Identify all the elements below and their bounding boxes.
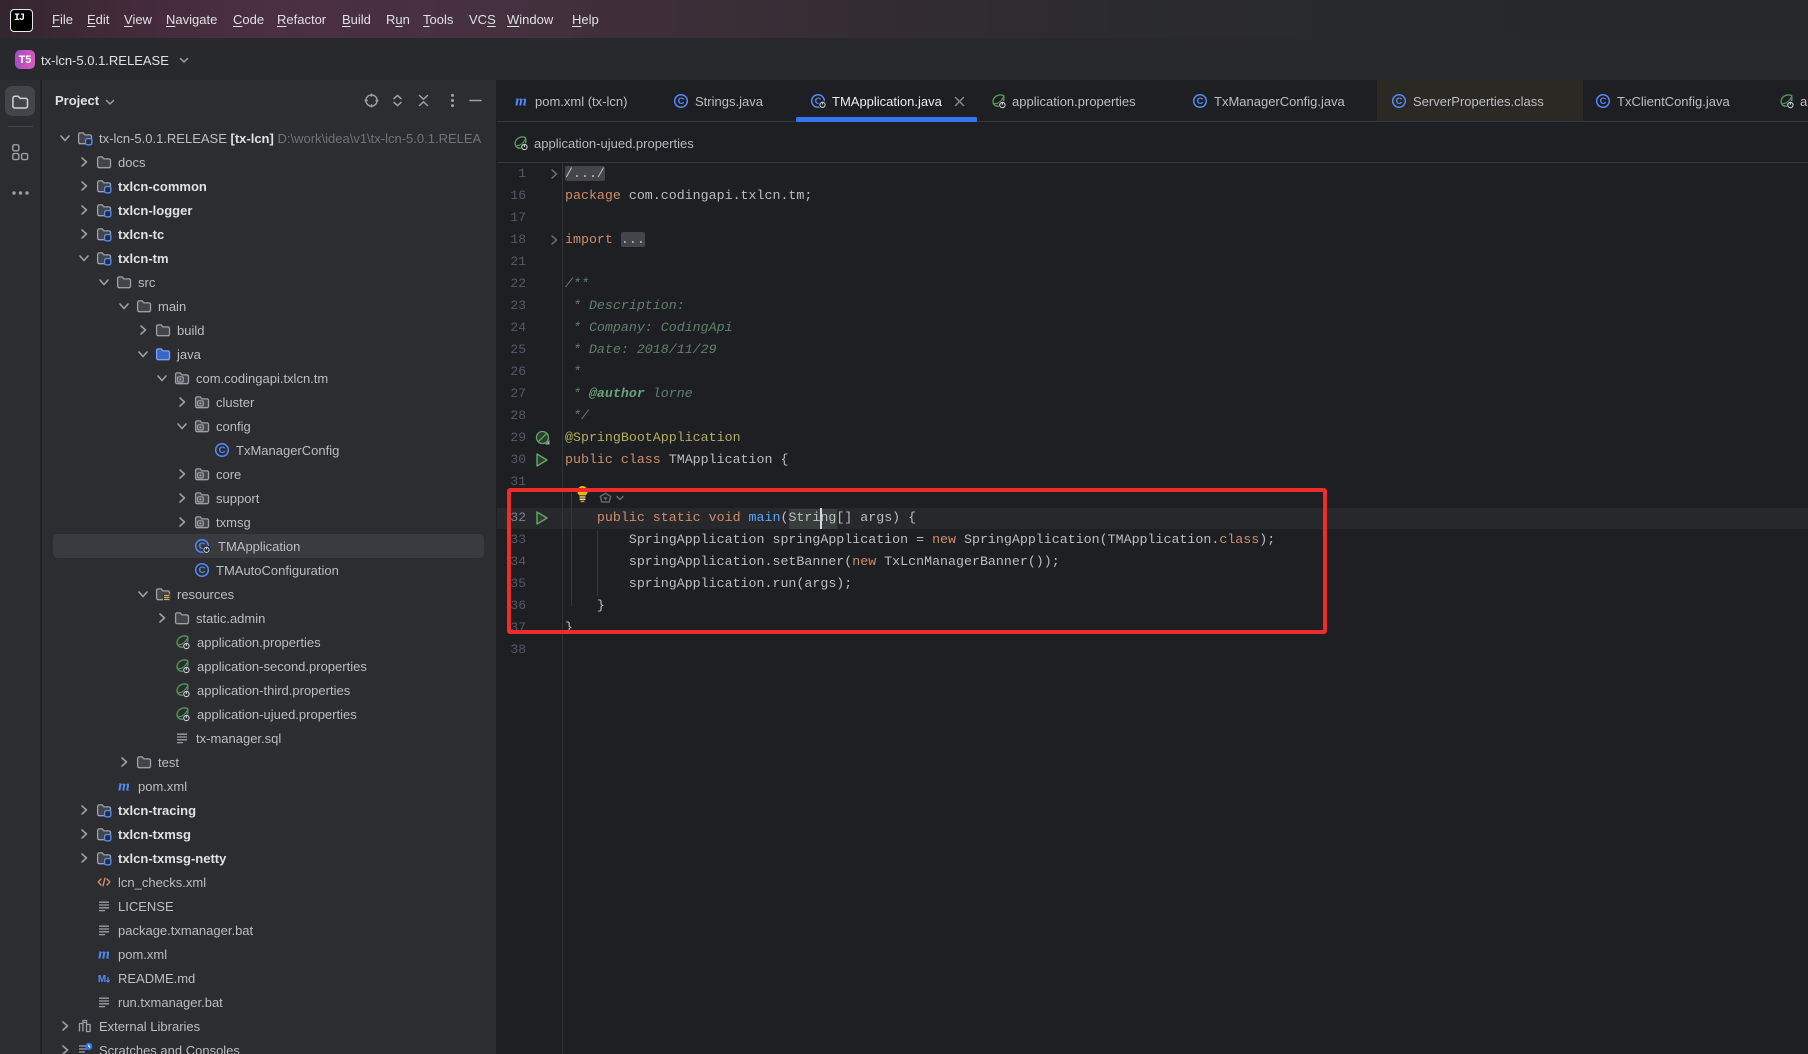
svg-text:m: m bbox=[118, 779, 130, 795]
svg-text:M: M bbox=[98, 974, 106, 985]
svg-text:C: C bbox=[1600, 96, 1607, 107]
svg-text:m: m bbox=[515, 94, 527, 110]
svg-text:C: C bbox=[1396, 96, 1403, 107]
svg-text:C: C bbox=[678, 96, 685, 107]
svg-text:C: C bbox=[219, 445, 226, 456]
svg-text:C: C bbox=[1197, 96, 1204, 107]
svg-text:m: m bbox=[98, 947, 110, 963]
svg-text:C: C bbox=[199, 565, 206, 576]
